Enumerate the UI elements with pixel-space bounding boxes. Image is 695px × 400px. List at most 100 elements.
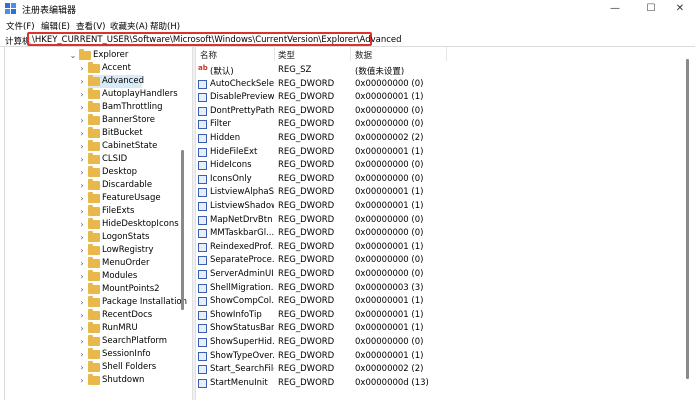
tree-item[interactable]: › Package Installation — [0, 296, 187, 309]
chevron-right-icon[interactable]: › — [78, 218, 86, 231]
chevron-right-icon[interactable]: › — [78, 140, 86, 153]
minimize-button[interactable]: — — [600, 0, 630, 18]
tree-item-label: BamThrottling — [102, 102, 163, 112]
value-name-cell: Hidden — [210, 133, 241, 143]
value-row[interactable]: HideIcons REG_DWORD 0x00000000 (0) — [196, 159, 681, 173]
tree-item[interactable]: › CabinetState — [0, 140, 185, 153]
column-divider[interactable] — [274, 47, 275, 61]
value-row[interactable]: ShellMigration... REG_DWORD 0x00000003 (3) — [196, 282, 681, 296]
list-scrollbar-thumb[interactable] — [686, 59, 689, 379]
chevron-right-icon[interactable]: › — [78, 114, 86, 127]
chevron-right-icon[interactable]: › — [78, 62, 86, 75]
value-row[interactable]: IconsOnly REG_DWORD 0x00000000 (0) — [196, 173, 681, 187]
value-row[interactable]: DontPrettyPath REG_DWORD 0x00000000 (0) — [196, 105, 681, 119]
value-row[interactable]: Filter REG_DWORD 0x00000000 (0) — [196, 118, 681, 132]
tree-item[interactable]: › BamThrottling — [0, 101, 185, 114]
value-row[interactable]: HideFileExt REG_DWORD 0x00000001 (1) — [196, 146, 681, 160]
tree-item[interactable]: › BannerStore — [0, 114, 185, 127]
chevron-right-icon[interactable]: › — [78, 244, 86, 257]
chevron-right-icon[interactable]: › — [78, 283, 86, 296]
column-divider[interactable] — [350, 47, 351, 61]
list-scrollbar[interactable] — [684, 47, 691, 400]
tree-item[interactable]: › AutoplayHandlers — [0, 88, 185, 101]
tree-item[interactable]: › SearchPlatform — [0, 335, 185, 348]
tree-item[interactable]: › RecentDocs — [0, 309, 185, 322]
menu-file[interactable]: 文件(F) — [6, 20, 35, 32]
value-name-cell: MapNetDrvBtn — [210, 214, 273, 225]
value-row[interactable]: ShowSuperHid... REG_DWORD 0x00000000 (0) — [196, 336, 681, 350]
value-row[interactable]: MapNetDrvBtn REG_DWORD 0x00000000 (0) — [196, 214, 681, 228]
chevron-right-icon[interactable]: › — [78, 127, 86, 140]
dword-value-icon — [198, 324, 207, 334]
chevron-right-icon[interactable]: › — [78, 270, 86, 283]
menu-favorites[interactable]: 收藏夹(A) — [110, 20, 148, 32]
value-row[interactable]: ab (默认) REG_SZ (数值未设置) — [196, 64, 681, 78]
chevron-right-icon[interactable]: › — [78, 205, 86, 218]
tree-item[interactable]: › LogonStats — [0, 231, 185, 244]
column-header-type[interactable]: 类型 — [278, 49, 295, 61]
tree-item[interactable]: › Discardable — [0, 179, 185, 192]
tree-scrollbar-thumb[interactable] — [181, 150, 184, 310]
column-header-data[interactable]: 数据 — [355, 49, 372, 61]
tree-item[interactable]: › Accent — [0, 62, 185, 75]
chevron-right-icon[interactable]: › — [78, 361, 86, 374]
tree-item[interactable]: › MountPoints2 — [0, 283, 185, 296]
value-row[interactable]: SeparateProce... REG_DWORD 0x00000000 (0) — [196, 254, 681, 268]
tree-item[interactable]: ⌄ Explorer — [0, 49, 185, 62]
chevron-right-icon[interactable]: › — [78, 192, 86, 205]
chevron-right-icon[interactable]: › — [78, 374, 86, 387]
tree-item[interactable]: › CLSID — [0, 153, 185, 166]
chevron-right-icon[interactable]: › — [78, 231, 86, 244]
chevron-right-icon[interactable]: › — [78, 75, 86, 88]
value-row[interactable]: MMTaskbarGl... REG_DWORD 0x00000000 (0) — [196, 227, 681, 241]
value-row[interactable]: ShowTypeOver... REG_DWORD 0x00000001 (1) — [196, 350, 681, 364]
chevron-right-icon[interactable]: › — [78, 348, 86, 361]
chevron-right-icon[interactable]: › — [78, 296, 86, 309]
tree-item[interactable]: › MenuOrder — [0, 257, 185, 270]
tree-item[interactable]: › FileExts — [0, 205, 185, 218]
value-row[interactable]: ShowInfoTip REG_DWORD 0x00000001 (1) — [196, 309, 681, 323]
tree-item[interactable]: › Shell Folders — [0, 361, 185, 374]
tree-item[interactable]: › HideDesktopIcons — [0, 218, 185, 231]
chevron-right-icon[interactable]: › — [78, 88, 86, 101]
close-button[interactable]: ✕ — [665, 0, 695, 18]
chevron-right-icon[interactable]: › — [78, 153, 86, 166]
tree-item[interactable]: › SessionInfo — [0, 348, 185, 361]
tree-item[interactable]: › RunMRU — [0, 322, 185, 335]
chevron-right-icon[interactable]: › — [78, 309, 86, 322]
chevron-down-icon[interactable]: ⌄ — [69, 49, 77, 62]
value-row[interactable]: Hidden REG_DWORD 0x00000002 (2) — [196, 132, 681, 146]
value-row[interactable]: AutoCheckSelect REG_DWORD 0x00000000 (0) — [196, 78, 681, 92]
menu-edit[interactable]: 编辑(E) — [41, 20, 70, 32]
chevron-right-icon[interactable]: › — [78, 335, 86, 348]
value-row[interactable]: Start_SearchFiles REG_DWORD 0x00000002 (2) — [196, 363, 681, 377]
chevron-right-icon[interactable]: › — [78, 179, 86, 192]
address-path-field[interactable]: \HKEY_CURRENT_USER\Software\Microsoft\Wi… — [27, 32, 402, 46]
value-row[interactable]: ReindexedProf... REG_DWORD 0x00000001 (1) — [196, 241, 681, 255]
tree-item[interactable]: › FeatureUsage — [0, 192, 185, 205]
value-row[interactable]: DisablePreview... REG_DWORD 0x00000001 (1) — [196, 91, 681, 105]
value-row[interactable]: ShowStatusBar REG_DWORD 0x00000001 (1) — [196, 322, 681, 336]
tree-item[interactable]: › Shutdown — [0, 374, 185, 387]
column-divider[interactable] — [446, 47, 447, 61]
value-row[interactable]: ServerAdminUI REG_DWORD 0x00000000 (0) — [196, 268, 681, 282]
tree-item[interactable]: › Modules — [0, 270, 185, 283]
value-row[interactable]: ListviewShadow REG_DWORD 0x00000001 (1) — [196, 200, 681, 214]
maximize-button[interactable]: ☐ — [636, 0, 666, 18]
menu-view[interactable]: 查看(V) — [76, 20, 105, 32]
chevron-right-icon[interactable]: › — [78, 101, 86, 114]
tree-item[interactable]: › Advanced — [80, 75, 144, 88]
tree-item[interactable]: › LowRegistry — [0, 244, 185, 257]
column-header-name[interactable]: 名称 — [200, 49, 217, 61]
chevron-right-icon[interactable]: › — [78, 166, 86, 179]
tree-item[interactable]: › Desktop — [0, 166, 185, 179]
value-row[interactable]: StartMenuInit REG_DWORD 0x0000000d (13) — [196, 377, 681, 391]
value-row[interactable]: ListviewAlphaS... REG_DWORD 0x00000001 (1) — [196, 186, 681, 200]
value-row[interactable]: ShowCompCol... REG_DWORD 0x00000001 (1) — [196, 295, 681, 309]
tree-item[interactable]: › BitBucket — [0, 127, 185, 140]
chevron-right-icon[interactable]: › — [78, 322, 86, 335]
chevron-right-icon[interactable]: › — [78, 257, 86, 270]
tree-scrollbar[interactable] — [181, 50, 184, 400]
tree-item-label: CabinetState — [102, 141, 158, 151]
menu-help[interactable]: 帮助(H) — [150, 20, 180, 32]
